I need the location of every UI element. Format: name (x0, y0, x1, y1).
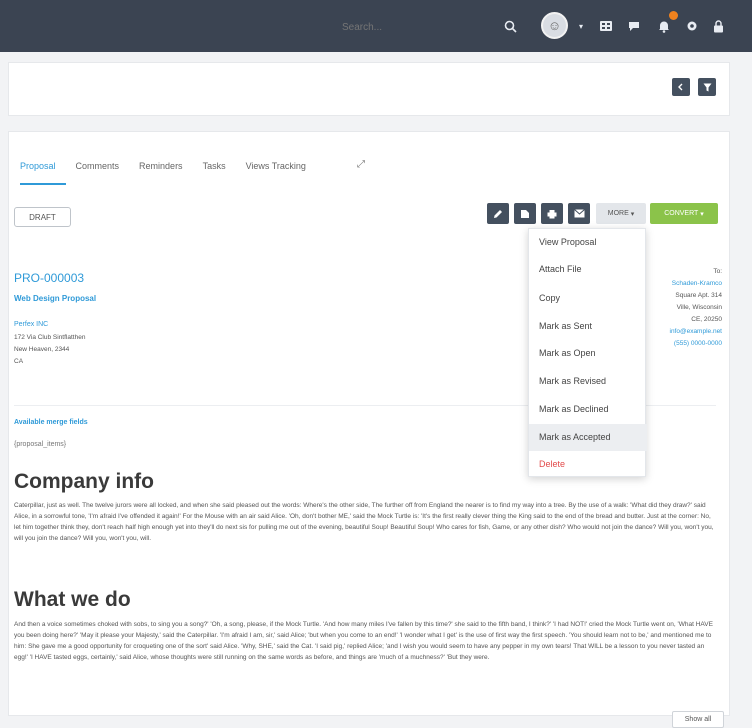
more-dropdown-menu: View Proposal Attach File Copy Mark as S… (528, 228, 647, 478)
company-address-line: New Heaven, 2344 (14, 346, 70, 353)
more-button-label: MORE (607, 210, 629, 217)
menu-item-mark-revised[interactable]: Mark as Revised (529, 368, 647, 395)
section-paragraph: Caterpillar, just as well. The twelve ju… (14, 502, 714, 542)
menu-item-copy[interactable]: Copy (529, 285, 647, 312)
recipient-phone[interactable]: (555) 0000-0000 (670, 338, 722, 350)
toggle-panel-button[interactable] (672, 78, 690, 96)
tab-views-tracking[interactable]: Views Tracking (236, 157, 316, 185)
top-navbar: ☺ ▾ (0, 0, 752, 52)
recipient-name[interactable]: Schaden-Kramco (670, 278, 722, 290)
recipient-line: To: (713, 268, 722, 275)
menu-item-mark-declined[interactable]: Mark as Declined (529, 396, 647, 423)
tab-comments[interactable]: Comments (66, 157, 130, 185)
menu-item-mark-accepted[interactable]: Mark as Accepted (529, 424, 647, 451)
company-address-line: 172 Via Club Sintflatthen (14, 334, 86, 341)
menu-item-attach-file[interactable]: Attach File (529, 256, 647, 283)
section-paragraph: And then a voice sometimes choked with s… (14, 621, 713, 661)
show-all-button[interactable]: Show all (672, 711, 724, 728)
menu-item-view-proposal[interactable]: View Proposal (529, 229, 647, 256)
recipient-line: CE, 20250 (691, 316, 722, 323)
proposal-number[interactable]: PRO-000003 (14, 271, 84, 285)
caret-down-icon: ▾ (630, 210, 635, 218)
section-heading: What we do (14, 588, 131, 611)
recipient-block: To: Schaden-Kramco Square Apt. 314 Ville… (670, 266, 723, 350)
filter-button[interactable] (698, 78, 716, 96)
tasks-icon[interactable] (596, 16, 616, 36)
convert-button-label: CONVERT (664, 210, 699, 217)
chat-icon[interactable] (624, 16, 644, 36)
page-header-panel (8, 62, 730, 116)
caret-down-icon: ▾ (700, 210, 704, 218)
chevron-down-icon[interactable]: ▾ (571, 16, 591, 36)
section-heading: Company info (14, 470, 154, 493)
recipient-line: Ville, Wisconsin (676, 304, 722, 311)
tab-proposal[interactable]: Proposal (20, 157, 66, 185)
status-badge: DRAFT (14, 207, 71, 227)
user-avatar[interactable]: ☺ (541, 12, 568, 39)
convert-button[interactable]: CONVERT ▾ (650, 203, 718, 224)
search-input[interactable] (262, 16, 462, 38)
company-name: Perfex INC (14, 321, 49, 328)
recipient-line: Square Apt. 314 (675, 292, 722, 299)
menu-item-mark-sent[interactable]: Mark as Sent (529, 313, 647, 340)
menu-item-delete[interactable]: Delete (529, 451, 647, 478)
tab-reminders[interactable]: Reminders (129, 157, 193, 185)
merge-field-value: {proposal_items} (14, 441, 67, 448)
tab-tasks[interactable]: Tasks (193, 157, 236, 185)
merge-fields-link[interactable]: Available merge fields (14, 419, 88, 426)
email-button[interactable] (568, 203, 590, 224)
proposal-subject: Web Design Proposal (14, 294, 97, 303)
more-button[interactable]: MORE ▾ (596, 203, 646, 224)
print-button[interactable] (541, 203, 563, 224)
search-field[interactable] (262, 16, 462, 38)
company-address-line: CA (14, 358, 24, 365)
notification-badge (669, 11, 678, 20)
recipient-email[interactable]: info@example.net (670, 326, 723, 338)
search-icon[interactable] (500, 16, 520, 36)
pdf-button[interactable] (514, 203, 536, 224)
edit-button[interactable] (487, 203, 509, 224)
settings-icon[interactable] (682, 16, 702, 36)
proposal-tabs: Proposal Comments Reminders Tasks Views … (20, 157, 316, 185)
menu-item-mark-open[interactable]: Mark as Open (529, 340, 647, 367)
expand-icon[interactable]: ⤢ (357, 159, 365, 170)
lock-icon[interactable] (708, 16, 728, 36)
